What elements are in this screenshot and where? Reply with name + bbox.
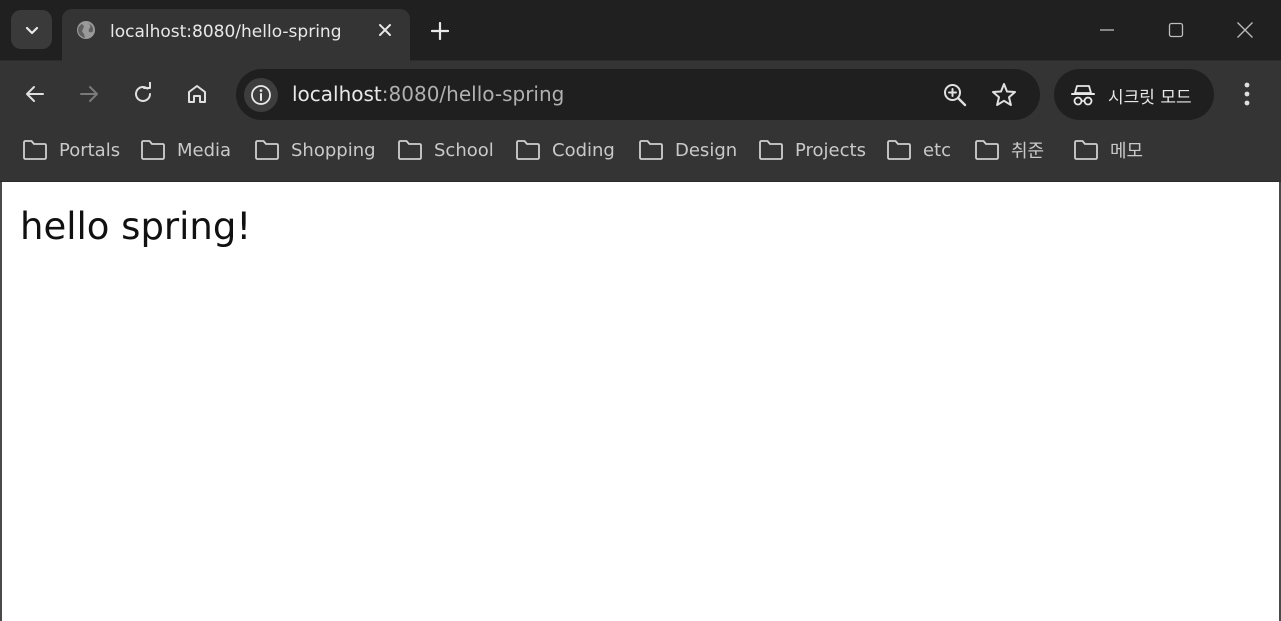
site-info-button[interactable] (244, 78, 278, 112)
bookmark-label: Media (177, 139, 232, 161)
folder-icon (141, 140, 165, 160)
tab-title: localhost:8080/hello-spring (110, 22, 342, 42)
bookmark-label: Portals (59, 139, 121, 161)
info-icon (251, 85, 271, 105)
chevron-down-icon (25, 26, 38, 34)
bookmarks-bar: Portals Media Shopping School Coding Des… (0, 127, 1281, 181)
bookmark-folder-memo[interactable]: 메모 (1073, 137, 1143, 163)
forward-button[interactable] (75, 80, 103, 108)
bookmark-star-icon[interactable] (990, 81, 1018, 109)
bookmark-folder-coding[interactable]: Coding (515, 137, 615, 163)
zoom-in-icon[interactable] (942, 82, 968, 108)
incognito-indicator[interactable]: 시크릿 모드 (1054, 69, 1214, 120)
folder-icon (516, 140, 540, 160)
home-button[interactable] (183, 80, 211, 108)
reload-icon (135, 82, 151, 102)
maximize-button[interactable] (1163, 17, 1189, 43)
bookmark-folder-portals[interactable]: Portals (22, 137, 120, 163)
folder-icon (975, 140, 999, 160)
address-bar[interactable]: localhost:8080/hello-spring (236, 69, 1040, 120)
globe-icon (77, 21, 95, 39)
bookmark-label: Design (675, 139, 738, 161)
new-tab-button[interactable] (428, 19, 452, 43)
home-icon (188, 85, 206, 103)
tab-search-button[interactable] (11, 10, 52, 49)
folder-icon (887, 140, 911, 160)
bookmark-label: Coding (552, 139, 615, 161)
url-text[interactable]: localhost:8080/hello-spring (292, 82, 564, 106)
bookmark-label: Projects (795, 139, 866, 161)
back-button[interactable] (21, 80, 49, 108)
bookmark-label: etc (923, 139, 952, 161)
window-close-button[interactable] (1232, 17, 1258, 43)
bookmark-label: Shopping (291, 139, 376, 161)
tab-strip: localhost:8080/hello-spring (0, 0, 1281, 61)
url-host: localhost (292, 82, 382, 106)
bookmark-label: 취준 (1011, 141, 1045, 162)
folder-icon (639, 140, 663, 160)
bookmark-folder-etc[interactable]: etc (886, 137, 951, 163)
arrow-left-icon (26, 86, 44, 102)
minimize-button[interactable] (1094, 17, 1120, 43)
incognito-label: 시크릿 모드 (1108, 88, 1192, 108)
minimize-icon (1100, 29, 1114, 31)
bookmark-folder-shopping[interactable]: Shopping (254, 137, 376, 163)
bookmark-folder-design[interactable]: Design (638, 137, 737, 163)
close-icon (1237, 22, 1253, 38)
folder-icon (398, 140, 422, 160)
page-heading: hello spring! (20, 205, 252, 248)
plus-icon (431, 22, 449, 40)
more-vertical-icon (1244, 82, 1250, 106)
toolbar: localhost:8080/hello-spring 시크릿 모드 (0, 61, 1281, 127)
bookmark-folder-school[interactable]: School (397, 137, 494, 163)
tab-active[interactable]: localhost:8080/hello-spring (62, 9, 410, 61)
browser-window: localhost:8080/hello-spring localhost:80… (0, 0, 1281, 621)
page-content: hello spring! (2, 182, 1279, 621)
bookmark-folder-job-prep[interactable]: 취준 (974, 137, 1044, 163)
url-path: :8080/hello-spring (381, 82, 565, 106)
bookmark-label: School (434, 139, 494, 161)
folder-icon (1074, 140, 1098, 160)
bookmark-label: 메모 (1110, 141, 1144, 162)
maximize-icon (1168, 22, 1184, 38)
folder-icon (23, 140, 47, 160)
reload-button[interactable] (129, 80, 157, 108)
bookmark-folder-projects[interactable]: Projects (758, 137, 866, 163)
tab-close-button[interactable] (375, 20, 395, 40)
incognito-icon (1071, 85, 1095, 106)
close-icon (379, 24, 391, 36)
bookmark-folder-media[interactable]: Media (140, 137, 231, 163)
arrow-right-icon (80, 86, 98, 102)
folder-icon (759, 140, 783, 160)
menu-button[interactable] (1234, 80, 1260, 108)
folder-icon (255, 140, 279, 160)
